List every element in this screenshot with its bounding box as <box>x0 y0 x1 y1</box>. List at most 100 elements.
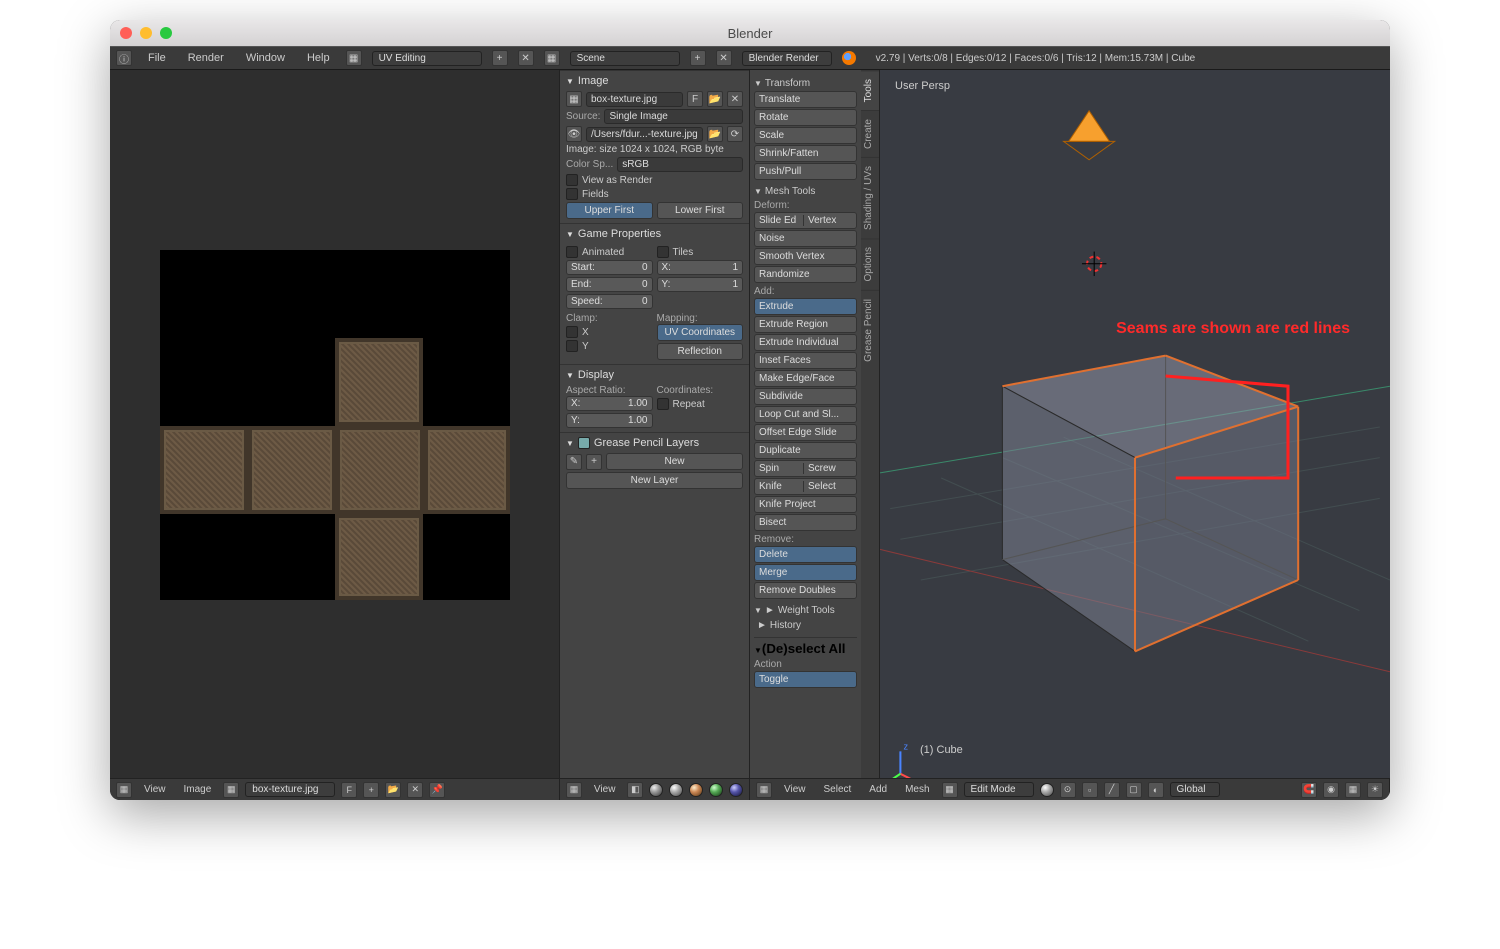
panel-image-header[interactable]: Image <box>566 75 743 87</box>
uv-fake-user-toggle[interactable]: F <box>341 782 357 798</box>
colorspace-select[interactable]: sRGB <box>617 157 743 172</box>
render-preview-icon[interactable]: ☀ <box>1367 782 1383 798</box>
tab-create[interactable]: Create <box>861 110 879 157</box>
snap-icon[interactable]: 🧲 <box>1301 782 1317 798</box>
tab-shading-uvs[interactable]: Shading / UVs <box>861 157 879 238</box>
uv-image-editor[interactable] <box>110 70 560 778</box>
game-start-field[interactable]: Start:0 <box>566 260 653 275</box>
paint-mode-icon[interactable]: ◧ <box>627 782 643 798</box>
vp-menu-add[interactable]: Add <box>863 782 893 797</box>
gpencil-add-icon[interactable]: + <box>586 454 602 470</box>
uv-pin-icon[interactable]: 📌 <box>429 782 445 798</box>
tool-inset-faces[interactable]: Inset Faces <box>754 352 857 369</box>
animated-checkbox[interactable] <box>566 246 578 258</box>
uv-image-browse-icon[interactable]: ▦ <box>223 782 239 798</box>
tool-slide[interactable]: Slide EdVertex <box>754 212 857 229</box>
uv-new-image-icon[interactable]: + <box>363 782 379 798</box>
uv-menu-image[interactable]: Image <box>178 782 218 797</box>
uv-menu-view[interactable]: View <box>138 782 172 797</box>
tool-translate[interactable]: Translate <box>754 91 857 108</box>
game-end-field[interactable]: End:0 <box>566 277 653 292</box>
proportional-edit-icon[interactable]: ◉ <box>1323 782 1339 798</box>
close-window-button[interactable] <box>120 27 132 39</box>
tool-knife-project[interactable]: Knife Project <box>754 496 857 513</box>
mode-select[interactable]: Edit Mode <box>964 782 1034 797</box>
tool-rotate[interactable]: Rotate <box>754 109 857 126</box>
panel-display-header[interactable]: Display <box>566 369 743 381</box>
tool-extrude[interactable]: Extrude <box>754 298 857 315</box>
tool-knife-select[interactable]: KnifeSelect <box>754 478 857 495</box>
delete-scene-button[interactable]: ✕ <box>716 50 732 66</box>
viewport-shading-icon[interactable] <box>1040 783 1054 797</box>
panel-history-header[interactable]: ► History <box>754 620 857 631</box>
image-source-select[interactable]: Single Image <box>604 109 743 124</box>
3d-viewport[interactable]: User Persp <box>880 70 1390 778</box>
game-tiles-x-field[interactable]: X:1 <box>657 260 744 275</box>
clamp-x-checkbox[interactable] <box>566 326 578 338</box>
filepath-reload-icon[interactable]: ⟳ <box>727 126 743 142</box>
tool-shrink-fatten[interactable]: Shrink/Fatten <box>754 145 857 162</box>
tool-push-pull[interactable]: Push/Pull <box>754 163 857 180</box>
uv-canvas[interactable] <box>160 250 510 600</box>
display-channel-icon[interactable] <box>649 783 663 797</box>
display-channel-icon[interactable] <box>669 783 683 797</box>
mapping-reflection-button[interactable]: Reflection <box>657 343 744 360</box>
upper-first-button[interactable]: Upper First <box>566 202 653 219</box>
vp-menu-select[interactable]: Select <box>818 782 858 797</box>
layers-icon[interactable]: ▦ <box>1345 782 1361 798</box>
menu-window[interactable]: Window <box>240 50 291 66</box>
uv-menu-view-2[interactable]: View <box>588 782 622 797</box>
transform-orientation-select[interactable]: Global <box>1170 782 1220 797</box>
vp-menu-view[interactable]: View <box>778 782 812 797</box>
menu-render[interactable]: Render <box>182 50 230 66</box>
tool-make-edge-face[interactable]: Make Edge/Face <box>754 370 857 387</box>
scene-browse-icon[interactable]: ▦ <box>544 50 560 66</box>
gpencil-new-button[interactable]: New <box>606 453 743 470</box>
tool-bisect[interactable]: Bisect <box>754 514 857 531</box>
delete-layout-button[interactable]: ✕ <box>518 50 534 66</box>
tool-extrude-individual[interactable]: Extrude Individual <box>754 334 857 351</box>
mode-icon[interactable]: ▦ <box>942 782 958 798</box>
display-channel-icon[interactable] <box>689 783 703 797</box>
display-channel-icon[interactable] <box>709 783 723 797</box>
face-select-mode-icon[interactable]: ▢ <box>1126 782 1142 798</box>
tool-remove-doubles[interactable]: Remove Doubles <box>754 582 857 599</box>
screen-layout-select[interactable]: UV Editing <box>372 51 482 66</box>
tool-spin-screw[interactable]: SpinScrew <box>754 460 857 477</box>
minimize-window-button[interactable] <box>140 27 152 39</box>
tab-grease-pencil[interactable]: Grease Pencil <box>861 290 879 370</box>
filepath-browse-icon[interactable]: 📂 <box>707 126 723 142</box>
gpencil-enable-checkbox[interactable] <box>578 437 590 449</box>
display-channel-icon[interactable] <box>729 783 743 797</box>
tab-tools[interactable]: Tools <box>861 70 879 110</box>
gpencil-new-layer-button[interactable]: New Layer <box>566 472 743 489</box>
vertex-select-mode-icon[interactable]: ▫ <box>1082 782 1098 798</box>
pivot-icon[interactable]: ⊙ <box>1060 782 1076 798</box>
uv-unlink-image-icon[interactable]: ✕ <box>407 782 423 798</box>
uv-open-image-icon[interactable]: 📂 <box>385 782 401 798</box>
editor-type-info-icon[interactable]: ⓘ <box>116 50 132 66</box>
game-speed-field[interactable]: Speed:0 <box>566 294 653 309</box>
aspect-x-field[interactable]: X:1.00 <box>566 396 653 411</box>
tool-delete[interactable]: Delete <box>754 546 857 563</box>
editor-type-icon[interactable]: ▦ <box>566 782 582 798</box>
panel-gpencil-header[interactable]: Grease Pencil Layers <box>566 437 743 449</box>
panel-transform-header[interactable]: Transform <box>754 78 857 89</box>
operator-panel-header[interactable]: (De)select All <box>754 641 857 656</box>
tiles-checkbox[interactable] <box>657 246 669 258</box>
image-browse-icon[interactable]: ▦ <box>566 91 582 107</box>
tool-extrude-region[interactable]: Extrude Region <box>754 316 857 333</box>
repeat-checkbox[interactable] <box>657 398 669 410</box>
clamp-y-checkbox[interactable] <box>566 340 578 352</box>
screen-layout-browse-icon[interactable]: ▦ <box>346 50 362 66</box>
filepath-icon[interactable]: 👁 <box>566 126 582 142</box>
menu-help[interactable]: Help <box>301 50 336 66</box>
menu-file[interactable]: File <box>142 50 172 66</box>
panel-weight-tools-header[interactable]: ► Weight Tools <box>754 605 857 616</box>
aspect-y-field[interactable]: Y:1.00 <box>566 413 653 428</box>
editor-type-3dview-icon[interactable]: ▦ <box>756 782 772 798</box>
tool-noise[interactable]: Noise <box>754 230 857 247</box>
image-filepath-field[interactable]: /Users/fdur...-texture.jpg <box>586 127 703 142</box>
image-name-field[interactable]: box-texture.jpg <box>586 92 683 107</box>
unlink-image-icon[interactable]: ✕ <box>727 91 743 107</box>
